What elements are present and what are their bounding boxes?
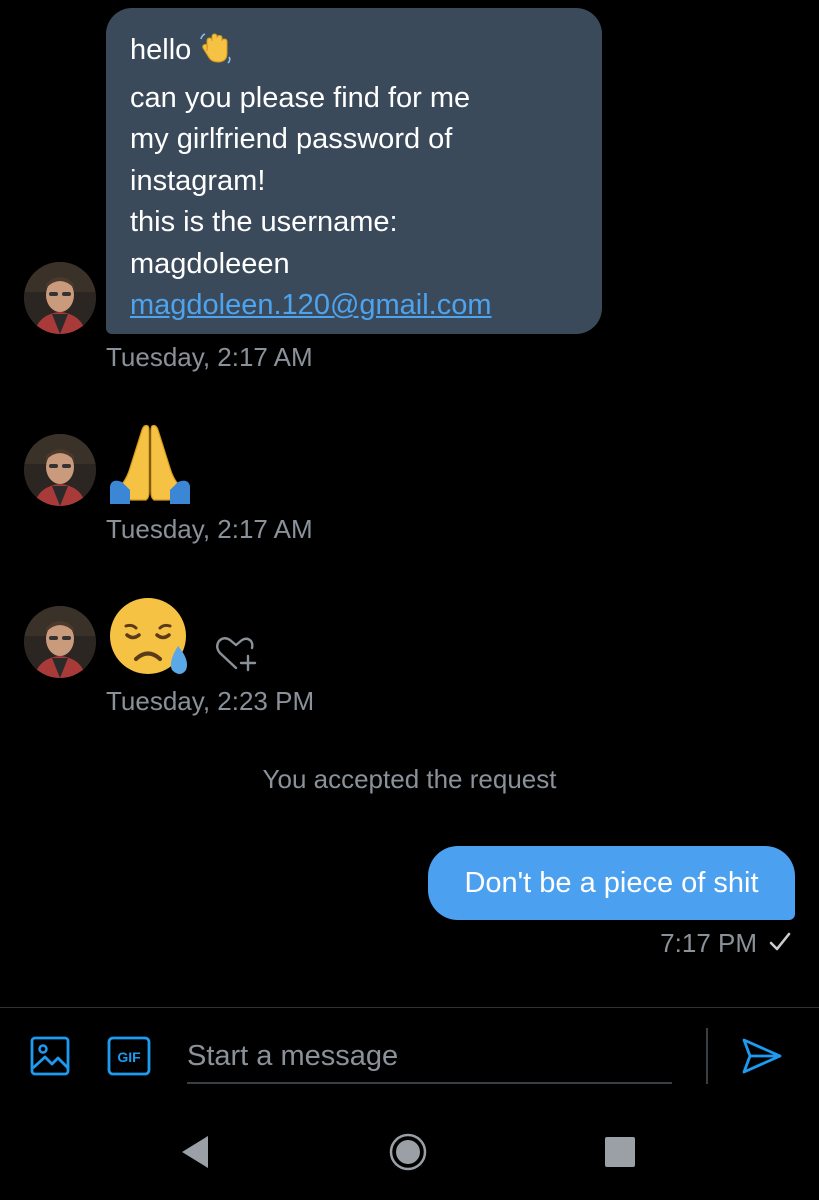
email-link[interactable]: magdoleen.120@gmail.com xyxy=(130,285,578,327)
composer-divider xyxy=(0,1007,819,1008)
home-icon[interactable] xyxy=(388,1132,428,1177)
recents-icon[interactable] xyxy=(604,1136,636,1173)
gif-icon[interactable]: GIF xyxy=(107,1036,151,1081)
image-icon[interactable] xyxy=(30,1036,70,1081)
incoming-message-bubble[interactable]: hello can you please find for me my girl… xyxy=(106,8,602,334)
back-icon[interactable] xyxy=(178,1134,212,1175)
send-icon[interactable] xyxy=(740,1034,784,1083)
sad-face-emoji-icon[interactable] xyxy=(108,596,192,685)
checkmark-icon xyxy=(769,928,791,959)
message-timestamp: Tuesday, 2:23 PM xyxy=(106,686,315,716)
sender-avatar[interactable] xyxy=(24,606,96,678)
message-timestamp: Tuesday, 2:17 AM xyxy=(106,342,313,372)
composer-separator xyxy=(706,1028,708,1084)
message-line: my girlfriend password of xyxy=(130,123,453,155)
message-line: instagram! xyxy=(130,164,266,197)
sender-avatar[interactable] xyxy=(24,434,96,506)
message-timestamp: 7:17 PM xyxy=(660,928,757,958)
request-accepted-notice: You accepted the request xyxy=(262,764,557,794)
folded-hands-emoji-icon[interactable] xyxy=(108,420,192,509)
gif-label: GIF xyxy=(117,1049,141,1065)
outgoing-message-status: 7:17 PM xyxy=(660,928,791,959)
add-reaction-icon[interactable] xyxy=(212,634,260,679)
message-timestamp: Tuesday, 2:17 AM xyxy=(106,514,313,544)
message-input[interactable] xyxy=(187,1030,672,1084)
waving-hand-emoji-icon xyxy=(199,31,233,78)
outgoing-message-bubble[interactable]: Don't be a piece of shit xyxy=(428,846,795,920)
message-line: this is the username: xyxy=(130,206,398,238)
sender-avatar[interactable] xyxy=(24,262,96,334)
message-line: magdoleeen xyxy=(130,247,290,280)
message-line: hello xyxy=(130,34,192,66)
message-line: can you please find for me xyxy=(130,81,471,114)
